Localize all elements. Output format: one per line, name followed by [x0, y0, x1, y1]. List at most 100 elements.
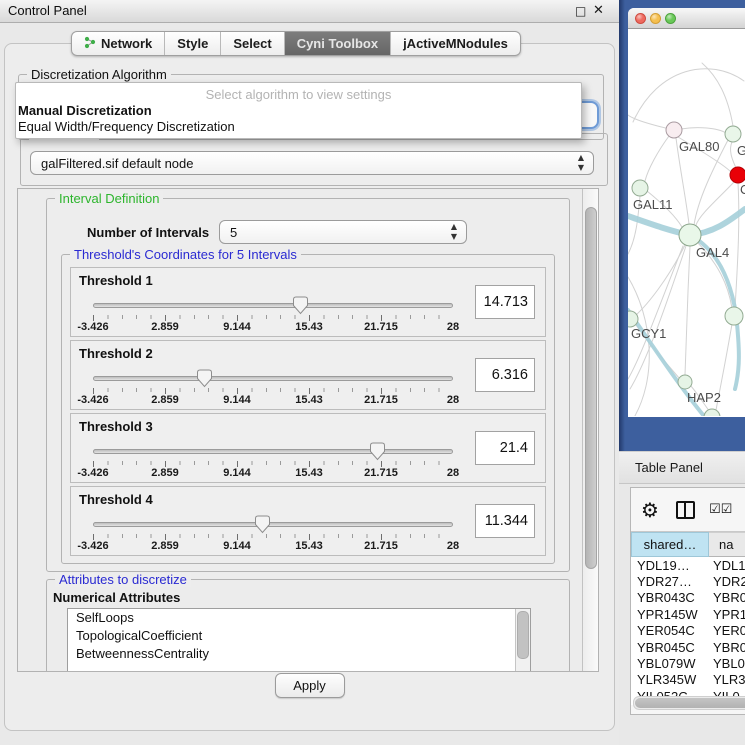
- list-item[interactable]: BetweennessCentrality: [68, 645, 530, 663]
- threshold-slider[interactable]: -3.4262.8599.14415.4321.71528: [93, 517, 453, 551]
- shared-name-cell: YBR043C: [631, 590, 709, 605]
- tab-label: Select: [233, 36, 271, 51]
- tab-jactivemnodules[interactable]: jActiveMNodules: [391, 32, 520, 55]
- slider-thumb[interactable]: [369, 442, 386, 461]
- slider-thumb[interactable]: [254, 515, 271, 534]
- column-header-shared-name[interactable]: shared…: [631, 532, 709, 557]
- gear-icon[interactable]: ⚙: [641, 498, 659, 522]
- threshold-value-field[interactable]: 21.4: [475, 431, 535, 465]
- network-node[interactable]: [730, 167, 745, 183]
- columns-icon[interactable]: [676, 501, 695, 519]
- axis-tick-label: 21.715: [364, 394, 398, 406]
- cyni-toolbox-panel: Discretization Algorithm Select algorith…: [4, 43, 615, 731]
- shared-name-cell: YDR27…: [631, 574, 709, 589]
- tab-label: jActiveMNodules: [403, 36, 508, 51]
- axis-tick-label: -3.426: [77, 467, 108, 479]
- table-row[interactable]: YBR043CYBR0: [631, 590, 745, 606]
- network-edge: [731, 142, 736, 168]
- threshold-value-field[interactable]: 11.344: [475, 504, 535, 538]
- node-label: HAP2: [687, 390, 721, 405]
- network-node[interactable]: [678, 375, 692, 389]
- table-header-row: shared… na: [631, 531, 745, 557]
- close-light[interactable]: [635, 13, 646, 24]
- slider-track: [93, 522, 453, 527]
- name-cell: YDL1: [709, 558, 745, 573]
- network-node[interactable]: [704, 409, 720, 416]
- slider-major-ticks: [93, 388, 453, 394]
- network-canvas[interactable]: GAL80GACGAL11GAL4GCY1HHAP2: [628, 29, 745, 416]
- name-cell: YBL0: [709, 656, 745, 671]
- vertical-scrollbar[interactable]: [582, 189, 598, 671]
- float-icon[interactable]: □: [575, 0, 586, 22]
- axis-tick-label: 15.43: [295, 394, 323, 406]
- network-node[interactable]: [666, 122, 682, 138]
- close-icon[interactable]: ✕: [593, 0, 604, 22]
- algorithm-dropdown-popup: Select algorithm to view settings Manual…: [15, 82, 582, 139]
- tab-style[interactable]: Style: [165, 32, 221, 55]
- threshold-slider[interactable]: -3.4262.8599.14415.4321.71528: [93, 298, 453, 332]
- network-graph: GAL80GACGAL11GAL4GCY1HHAP2: [628, 29, 745, 416]
- network-node[interactable]: [679, 224, 701, 246]
- minimize-light[interactable]: [650, 13, 661, 24]
- horizontal-scrollbar[interactable]: [633, 696, 745, 710]
- table-row[interactable]: YPR145WYPR1: [631, 606, 745, 622]
- threshold-slider[interactable]: -3.4262.8599.14415.4321.71528: [93, 444, 453, 478]
- network-node[interactable]: [725, 307, 743, 325]
- column-header-name[interactable]: na: [709, 532, 745, 557]
- slider-track: [93, 449, 453, 454]
- shared-name-cell: YLR345W: [631, 672, 709, 687]
- table-data-combobox[interactable]: galFiltered.sif default node ▲▼: [30, 151, 594, 175]
- threshold-value-field[interactable]: 6.316: [475, 358, 535, 392]
- numerical-attributes-list[interactable]: SelfLoopsTopologicalCoefficientBetweenne…: [67, 608, 531, 672]
- scrollbar-thumb[interactable]: [635, 698, 745, 708]
- table-row[interactable]: YER054CYER0: [631, 623, 745, 639]
- name-cell: YDR2: [709, 574, 745, 589]
- slider-thumb[interactable]: [292, 296, 309, 315]
- dropdown-option-manual[interactable]: Manual Discretization: [16, 103, 581, 119]
- slider-thumb[interactable]: [196, 369, 213, 388]
- table-row[interactable]: YBR045CYBR0: [631, 639, 745, 655]
- node-label: GAL80: [679, 139, 719, 154]
- threshold-value-field[interactable]: 14.713: [475, 285, 535, 319]
- apply-button[interactable]: Apply: [275, 673, 345, 698]
- network-edge: [628, 277, 649, 416]
- axis-tick-label: 2.859: [151, 540, 179, 552]
- scrollbar-thumb[interactable]: [517, 611, 529, 659]
- table-data-value: galFiltered.sif default node: [41, 156, 193, 171]
- table-row[interactable]: YLR345WYLR3: [631, 672, 745, 688]
- tab-select[interactable]: Select: [221, 32, 284, 55]
- select-columns-icon[interactable]: ☑☑: [709, 502, 732, 517]
- network-edge: [685, 246, 690, 375]
- threshold-panel: Threshold 1-3.4262.8599.14415.4321.71528…: [70, 267, 546, 337]
- list-item[interactable]: TopologicalCoefficient: [68, 627, 530, 645]
- table-row[interactable]: YDR27…YDR2: [631, 573, 745, 589]
- group-title: Interval Definition: [55, 191, 163, 206]
- tab-network[interactable]: Network: [72, 32, 165, 55]
- axis-tick-label: 28: [447, 321, 459, 333]
- table-row[interactable]: YDL19…YDL1: [631, 557, 745, 573]
- network-edge: [628, 246, 683, 379]
- list-item[interactable]: SelfLoops: [68, 609, 530, 627]
- scrollbar-thumb[interactable]: [585, 207, 597, 569]
- threshold-panel: Threshold 2-3.4262.8599.14415.4321.71528…: [70, 340, 546, 410]
- list-scrollbar[interactable]: [515, 609, 530, 672]
- table-row[interactable]: YBL079WYBL0: [631, 655, 745, 671]
- threshold-slider[interactable]: -3.4262.8599.14415.4321.71528: [93, 371, 453, 405]
- network-node[interactable]: [632, 180, 648, 196]
- zoom-light[interactable]: [665, 13, 676, 24]
- shared-name-cell: YER054C: [631, 623, 709, 638]
- stepper-icon: ▲▼: [578, 153, 584, 173]
- axis-tick-label: 15.43: [295, 321, 323, 333]
- network-node[interactable]: [725, 126, 741, 142]
- slider-major-ticks: [93, 461, 453, 467]
- slider-major-ticks: [93, 534, 453, 540]
- num-intervals-value: 5: [230, 225, 237, 240]
- table-toolbar: ⚙ ☑☑: [631, 488, 745, 531]
- tab-cyni-toolbox[interactable]: Cyni Toolbox: [285, 32, 391, 55]
- slider-track: [93, 303, 453, 308]
- num-intervals-combobox[interactable]: 5 ▲▼: [219, 220, 467, 244]
- dropdown-hint: Select algorithm to view settings: [16, 83, 581, 103]
- slider-major-ticks: [93, 315, 453, 321]
- dropdown-option-equal-width[interactable]: Equal Width/Frequency Discretization: [16, 119, 581, 135]
- threshold-panel: Threshold 4-3.4262.8599.14415.4321.71528…: [70, 486, 546, 556]
